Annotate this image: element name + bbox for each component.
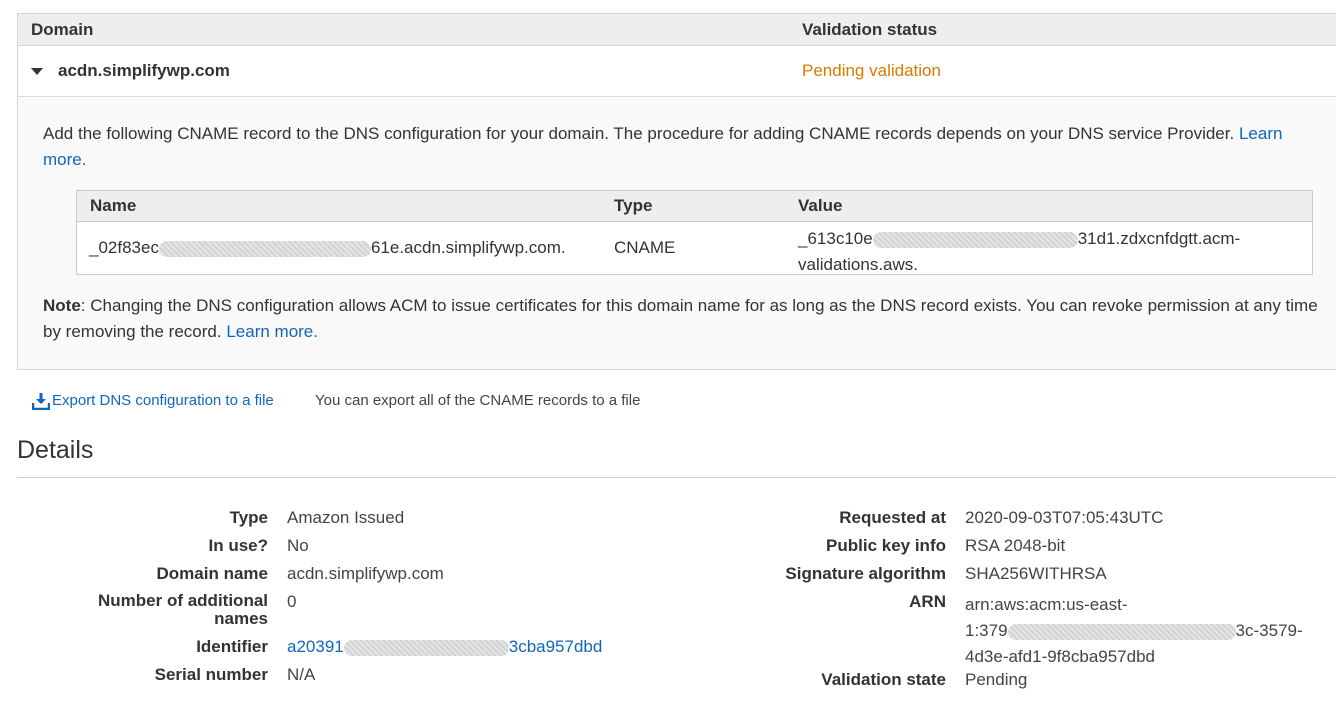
arn-value: arn:aws:acm:us-east- 1:379 3c-3579- 4d3e-… bbox=[965, 592, 1303, 670]
redacted-blur bbox=[872, 231, 1078, 248]
identifier-suffix[interactable]: 3cba957dbd bbox=[509, 637, 603, 656]
arn-line1: arn:aws:acm:us-east- bbox=[965, 595, 1128, 614]
domain-name: acdn.simplifywp.com bbox=[58, 61, 230, 80]
column-header-type: Type bbox=[614, 196, 653, 215]
details-divider bbox=[17, 477, 1336, 478]
cname-table-header: Name Type Value bbox=[77, 191, 1312, 222]
type-value: Amazon Issued bbox=[287, 508, 405, 527]
validation-state-value: Pending bbox=[965, 670, 1028, 689]
cname-name-suffix: 61e.acdn.simplifywp.com. bbox=[370, 238, 566, 257]
caret-down-icon[interactable] bbox=[31, 68, 43, 75]
redacted-blur bbox=[1007, 623, 1236, 640]
note-learn-more-link[interactable]: Learn more. bbox=[226, 322, 318, 341]
column-header-validation-status: Validation status bbox=[802, 20, 938, 39]
arn-line3: 4d3e-afd1-9f8cba957dbd bbox=[965, 647, 1155, 666]
details-heading: Details bbox=[17, 436, 94, 464]
cname-value-suffix: 31d1.zdxcnfdgtt.acm- bbox=[1077, 229, 1241, 248]
validation-state-label: Validation state bbox=[821, 670, 946, 689]
additional-names-label: Number of additional names bbox=[98, 592, 268, 628]
cname-type-cell: CNAME bbox=[614, 238, 676, 257]
public-key-label: Public key info bbox=[826, 536, 946, 555]
domain-name-label: Domain name bbox=[156, 564, 268, 583]
type-label: Type bbox=[229, 508, 268, 527]
column-header-value: Value bbox=[798, 196, 843, 215]
serial-number-label: Serial number bbox=[154, 665, 268, 684]
validation-status-badge: Pending validation bbox=[802, 61, 941, 80]
cname-instruction: Add the following CNAME record to the DN… bbox=[43, 121, 1323, 173]
signature-algorithm-value: SHA256WITHRSA bbox=[965, 564, 1107, 583]
column-header-name: Name bbox=[90, 196, 137, 215]
identifier-label: Identifier bbox=[196, 637, 268, 656]
cname-value-cell: _613c10e 31d1.zdxcnfdgtt.acm- validations… bbox=[798, 226, 1240, 278]
serial-number-value: N/A bbox=[287, 665, 316, 684]
arn-line2-prefix: 1:379 bbox=[965, 621, 1008, 640]
note-label: Note bbox=[43, 296, 81, 315]
additional-names-value: 0 bbox=[287, 592, 297, 611]
cname-name-prefix: _02f83ec bbox=[89, 238, 159, 257]
cname-value-prefix: _613c10e bbox=[798, 229, 873, 248]
requested-at-value: 2020-09-03T07:05:43UTC bbox=[965, 508, 1164, 527]
identifier-prefix[interactable]: a20391 bbox=[287, 637, 344, 656]
in-use-label: In use? bbox=[208, 536, 268, 555]
dns-note: Note: Changing the DNS configuration all… bbox=[43, 293, 1328, 345]
domain-detail-panel: Add the following CNAME record to the DN… bbox=[43, 121, 1323, 173]
download-icon[interactable] bbox=[32, 392, 50, 410]
arn-label: ARN bbox=[909, 592, 946, 611]
cname-name-cell: _02f83ec 61e.acdn.simplifywp.com. bbox=[89, 238, 566, 258]
export-dns-link[interactable]: Export DNS configuration to a file bbox=[52, 392, 274, 409]
domain-table-header: Domain Validation status bbox=[18, 14, 1336, 46]
additional-names-label-line1: Number of additional bbox=[98, 591, 268, 610]
public-key-value: RSA 2048-bit bbox=[965, 536, 1066, 555]
instruction-text: Add the following CNAME record to the DN… bbox=[43, 124, 1235, 143]
column-header-domain: Domain bbox=[31, 20, 94, 39]
additional-names-label-line2: names bbox=[214, 609, 268, 628]
requested-at-label: Requested at bbox=[839, 508, 946, 527]
signature-algorithm-label: Signature algorithm bbox=[785, 564, 946, 583]
export-hint: You can export all of the CNAME records … bbox=[315, 392, 641, 409]
cname-value-line2: validations.aws. bbox=[798, 255, 919, 274]
in-use-value: No bbox=[287, 536, 309, 555]
domain-name-value: acdn.simplifywp.com bbox=[287, 564, 444, 583]
redacted-blur bbox=[343, 639, 509, 656]
redacted-blur bbox=[158, 240, 371, 257]
arn-line2-suffix: 3c-3579- bbox=[1235, 621, 1303, 640]
domain-row[interactable]: acdn.simplifywp.com Pending validation bbox=[18, 46, 1336, 97]
identifier-value[interactable]: a20391 3cba957dbd bbox=[287, 637, 602, 657]
cname-record-table: Name Type Value _02f83ec 61e.acdn.simplif… bbox=[76, 190, 1313, 275]
